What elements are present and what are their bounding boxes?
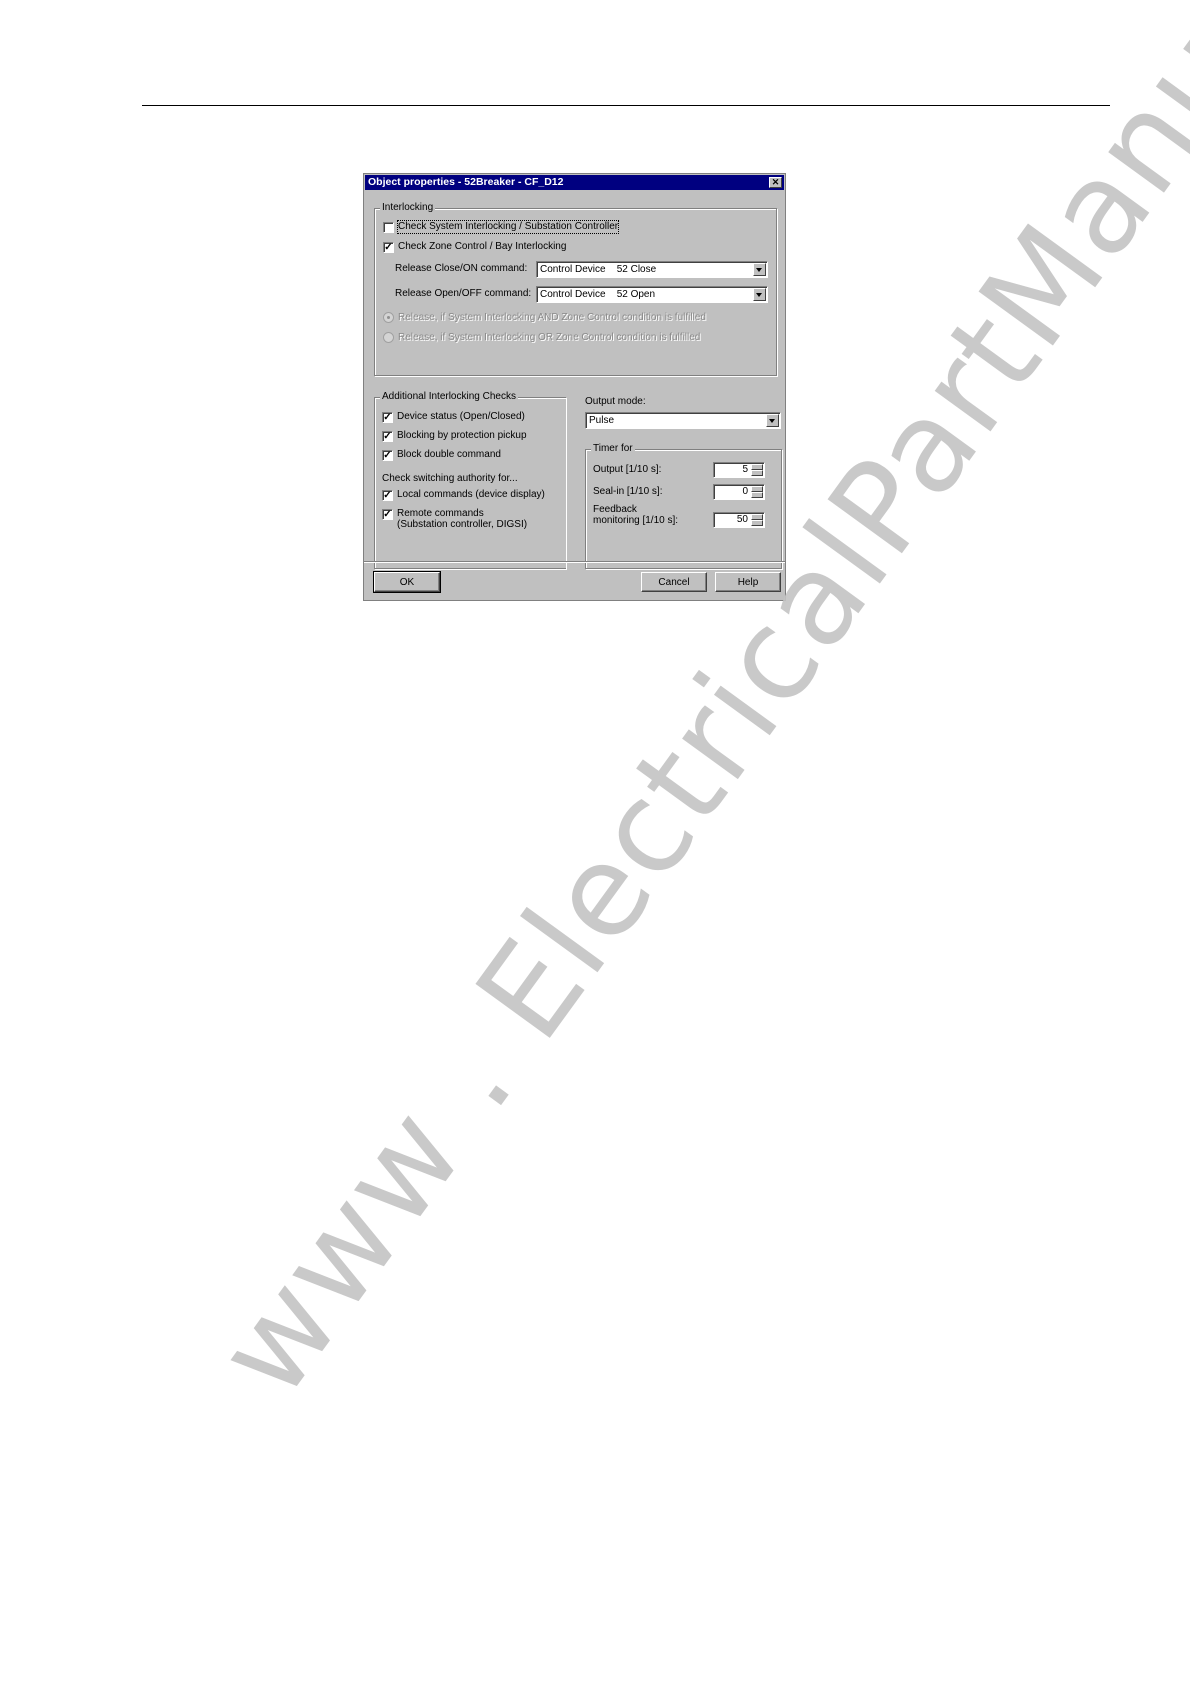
check-system-interlocking-label[interactable]: Check System Interlocking / Substation C…	[396, 220, 620, 234]
spin-down-icon[interactable]	[751, 520, 763, 526]
timer-legend: Timer for	[591, 443, 635, 455]
feedback-label-line2: monitoring [1/10 s]:	[593, 515, 679, 526]
release-or-label: Release, if System Interlocking OR Zone …	[398, 332, 701, 343]
local-commands-label[interactable]: Local commands (device display)	[397, 489, 545, 501]
dialog-title: Object properties - 52Breaker - CF_D12	[368, 176, 564, 188]
output-timer-value: 5	[742, 464, 748, 475]
timer-group: Timer for Output [1/10 s]: 5 Seal-in [1/…	[585, 443, 782, 569]
output-timer-label: Output [1/10 s]:	[593, 464, 662, 475]
seal-in-value: 0	[742, 486, 748, 497]
block-double-checkbox[interactable]: ✓	[382, 450, 393, 461]
remote-commands-label-line2[interactable]: (Substation controller, DIGSI)	[397, 519, 527, 531]
check-zone-control-label[interactable]: Check Zone Control / Bay Interlocking	[398, 241, 566, 253]
close-icon[interactable]: ✕	[769, 177, 782, 188]
blocking-pickup-label[interactable]: Blocking by protection pickup	[397, 430, 527, 442]
additional-checks-legend: Additional Interlocking Checks	[380, 391, 518, 403]
release-close-value: Control Device 52 Close	[540, 264, 657, 275]
release-and-label: Release, if System Interlocking AND Zone…	[398, 312, 706, 323]
spin-down-icon[interactable]	[751, 492, 763, 498]
additional-checks-group: Additional Interlocking Checks ✓ Device …	[374, 391, 566, 569]
block-double-label[interactable]: Block double command	[397, 449, 501, 461]
output-mode-value: Pulse	[589, 415, 615, 426]
seal-in-label: Seal-in [1/10 s]:	[593, 486, 663, 497]
spin-down-icon[interactable]	[751, 470, 763, 476]
blocking-pickup-checkbox[interactable]: ✓	[382, 431, 393, 442]
page-header-rule	[142, 105, 1110, 106]
switching-authority-heading: Check switching authority for...	[382, 473, 518, 484]
chevron-down-icon[interactable]	[766, 414, 779, 427]
help-button[interactable]: Help	[715, 572, 781, 592]
release-open-select[interactable]: Control Device 52 Open	[536, 286, 768, 303]
check-zone-control-checkbox[interactable]: ✓	[383, 242, 394, 253]
interlocking-group: Interlocking Check System Interlocking /…	[374, 202, 777, 376]
feedback-spinner[interactable]: 50	[713, 512, 765, 528]
device-status-label[interactable]: Device status (Open/Closed)	[397, 411, 525, 423]
button-separator	[364, 561, 785, 563]
local-commands-checkbox[interactable]: ✓	[382, 490, 393, 501]
interlocking-legend: Interlocking	[380, 202, 436, 214]
chevron-down-icon[interactable]	[753, 288, 766, 301]
release-close-label: Release Close/ON command:	[395, 263, 528, 274]
remote-commands-checkbox[interactable]: ✓	[382, 509, 393, 520]
feedback-value: 50	[736, 514, 748, 525]
device-status-checkbox[interactable]: ✓	[382, 412, 393, 423]
object-properties-dialog: Object properties - 52Breaker - CF_D12 ✕…	[363, 173, 786, 601]
seal-in-spinner[interactable]: 0	[713, 484, 765, 500]
output-mode-select[interactable]: Pulse	[585, 412, 781, 429]
release-or-radio[interactable]	[383, 332, 394, 343]
ok-button[interactable]: OK	[373, 571, 441, 593]
release-close-select[interactable]: Control Device 52 Close	[536, 261, 768, 278]
output-timer-spinner[interactable]: 5	[713, 462, 765, 478]
output-mode-label: Output mode:	[585, 396, 646, 407]
release-open-label: Release Open/OFF command:	[395, 288, 532, 299]
release-and-radio[interactable]	[383, 312, 394, 323]
cancel-button[interactable]: Cancel	[641, 572, 707, 592]
dialog-titlebar[interactable]: Object properties - 52Breaker - CF_D12 ✕	[365, 175, 784, 190]
release-open-value: Control Device 52 Open	[540, 289, 656, 300]
check-system-interlocking-checkbox[interactable]	[383, 222, 394, 233]
chevron-down-icon[interactable]	[753, 263, 766, 276]
